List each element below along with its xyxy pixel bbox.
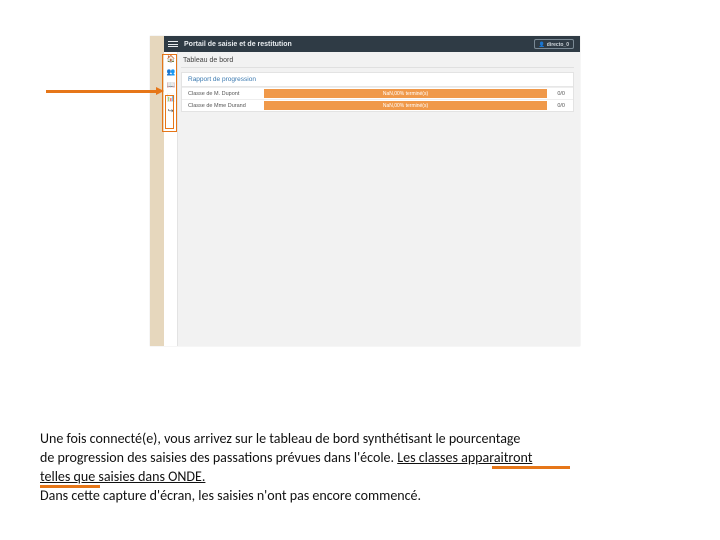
user-icon: 👤: [539, 42, 545, 48]
panel-title: Rapport de progression: [182, 73, 573, 87]
highlight-underline: [40, 485, 100, 488]
progress-label: NaN,00% terminé(s): [383, 103, 428, 109]
progress-bar: NaN,00% terminé(s): [264, 89, 547, 98]
progress-panel: Rapport de progression Classe de M. Dupo…: [181, 72, 574, 112]
progress-bar: NaN,00% terminé(s): [264, 101, 547, 110]
highlight-underline: [492, 466, 570, 469]
page-title: Tableau de bord: [181, 55, 574, 68]
app-title: Portail de saisie et de restitution: [184, 41, 292, 48]
class-label: Classe de Mme Durand: [182, 103, 264, 109]
app-screenshot: Portail de saisie et de restitution 👤dir…: [150, 36, 580, 346]
annotation-rect-inner: [165, 95, 174, 129]
caption-underlined: telles que saisies dans ONDE.: [40, 468, 205, 485]
caption-line: de progression des saisies des passation…: [40, 449, 397, 466]
app-header: Portail de saisie et de restitution 👤dir…: [164, 36, 580, 52]
progress-label: NaN,00% terminé(s): [383, 91, 428, 97]
caption-underlined: Les classes apparaitront: [397, 449, 532, 466]
table-row: Classe de Mme Durand NaN,00% terminé(s) …: [182, 99, 573, 111]
progress-count: 0/0: [547, 91, 573, 97]
user-label: directo_0: [547, 42, 569, 48]
caption-line: Une fois connecté(e), vous arrivez sur l…: [40, 430, 520, 447]
menu-icon[interactable]: [168, 39, 178, 49]
arrow-shaft: [46, 90, 156, 93]
caption-line: Dans cette capture d'écran, les saisies …: [40, 487, 421, 504]
progress-count: 0/0: [547, 103, 573, 109]
user-menu[interactable]: 👤directo_0: [534, 39, 574, 49]
table-row: Classe de M. Dupont NaN,00% terminé(s) 0…: [182, 87, 573, 99]
main-content: Tableau de bord Rapport de progression C…: [178, 52, 580, 346]
caption-text: Une fois connecté(e), vous arrivez sur l…: [40, 430, 680, 506]
class-label: Classe de M. Dupont: [182, 91, 264, 97]
arrow-head-icon: [156, 87, 164, 95]
app-body: 🏠 👥 📖 📊 ↪ Tableau de bord Rapport de pro…: [164, 52, 580, 346]
annotation-arrow: [46, 87, 164, 95]
